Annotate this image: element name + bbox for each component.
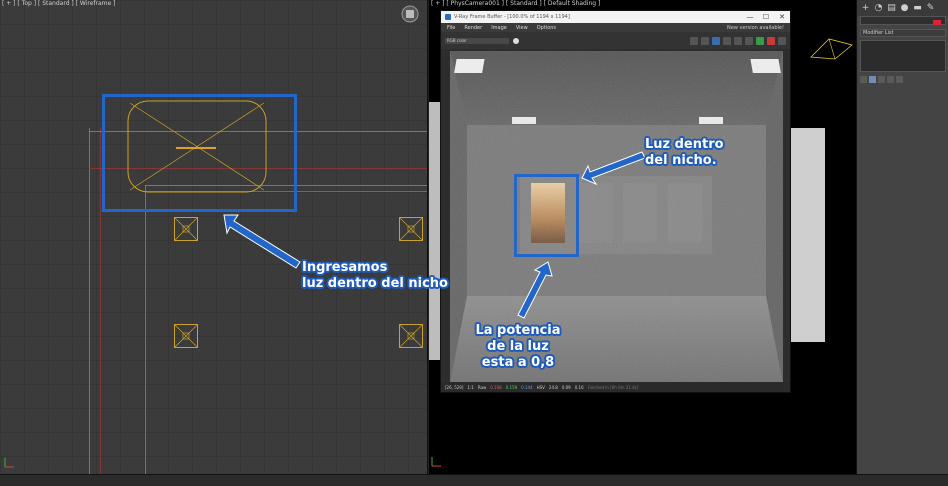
vfb-title-bar[interactable]: V-Ray Frame Buffer - [100.0% of 1194 x 1… [441,11,790,23]
minimize-button[interactable]: — [742,11,758,23]
object-color-swatch[interactable] [933,20,941,25]
show-end-result-icon[interactable] [869,76,876,83]
wall-line [89,128,90,474]
viewcube-icon[interactable] [401,5,419,23]
color-space-select[interactable]: HSV [537,385,545,390]
lens-effects-icon[interactable] [734,36,742,45]
annotation-top-right-line: del nicho. [645,153,717,168]
window-controls: — ☐ ✕ [742,11,790,23]
top-viewport[interactable]: [ + ] [ Top ] [ Standard ] [ Wireframe ] [0,0,428,474]
display-icon[interactable]: ▬ [912,3,923,14]
configure-sets-icon[interactable] [896,76,903,83]
red-value: 0.108 [490,384,502,390]
wall-line [145,185,146,474]
modifier-list-dropdown[interactable]: Modifier List [860,29,946,37]
blue-value: 0.144 [521,384,533,390]
object-name-field[interactable] [860,16,946,25]
axis-tripod-icon [4,458,14,468]
menu-options[interactable]: Options [537,25,556,31]
make-unique-icon[interactable] [878,76,885,83]
modifier-stack[interactable] [860,40,946,72]
annotation-top-right: Luz dentro del nicho. [645,137,724,169]
ceiling-light-fixture[interactable] [174,324,198,348]
rendered-niche-highlight-box [514,174,579,257]
vfb-status-bar: [26, 529] 1:1 Raw 0.108 0.159 0.144 HSV … [441,382,790,392]
annotation-left-line: Ingresamos [302,260,388,275]
annotation-bottom-line: La potencia [475,323,561,338]
save-icon[interactable] [690,36,698,45]
ceiling-light-fixture[interactable] [399,324,423,348]
region-render-icon[interactable] [701,36,709,45]
motion-icon[interactable]: ● [899,3,910,14]
new-version-notice[interactable]: New version available! [727,25,784,31]
maximize-button[interactable]: ☐ [758,11,774,23]
color-ball-icon[interactable] [513,37,519,44]
stack-tools [860,76,946,84]
color-mode[interactable]: Raw [478,385,486,390]
vfb-toolbar-icons [690,36,786,45]
annotation-top-right-line: Luz dentro [645,137,724,152]
zoom-select[interactable]: 1:1 [467,385,473,390]
vfb-menu-bar: File Render Image View Options New versi… [441,23,790,32]
clear-image-icon[interactable] [778,36,786,45]
value-value: 0.16 [574,384,584,390]
hierarchy-icon[interactable]: ▤ [886,3,897,14]
vfb-toolbar: RGB color [441,32,790,49]
ceiling-light-fixture[interactable] [399,217,423,241]
axis-tripod-icon [431,457,441,467]
hue-value: 24.8 [548,384,558,390]
saturation-value: 0.09 [561,384,571,390]
wall-line [100,128,101,474]
track-mouse-icon[interactable] [712,36,720,45]
ceiling-light-fixture[interactable] [174,217,198,241]
camera-icon[interactable] [745,36,753,45]
render-icon[interactable] [756,36,764,45]
annotation-bottom-line: de la luz [487,339,549,354]
pin-stack-icon[interactable] [860,76,867,83]
viewport-grid [0,0,427,474]
annotation-left: Ingresamos luz dentro del nicho [302,260,448,292]
annotation-bottom: La potencia de la luz esta a 0,8 [470,323,566,371]
scene-plane [791,128,825,342]
utilities-icon[interactable]: ✎ [925,3,936,14]
close-button[interactable]: ✕ [774,11,790,23]
camera-viewport-label[interactable]: [ + ] [ PhysCamera001 ] [ Standard ] [ D… [431,0,600,7]
modify-icon[interactable]: ◔ [873,3,884,14]
menu-view[interactable]: View [516,25,528,31]
vray-logo-icon [445,14,451,20]
remove-modifier-icon[interactable] [887,76,894,83]
annotation-bottom-line: esta a 0,8 [481,355,555,370]
stop-render-icon[interactable] [767,36,775,45]
top-viewport-label[interactable]: [ + ] [ Top ] [ Standard ] [ Wireframe ] [2,0,115,7]
niche-light-highlight-box [102,94,297,212]
menu-file[interactable]: File [447,25,455,31]
render-info: Finished in [0h 0m 21.4s] [587,384,639,390]
command-panel-tabs: + ◔ ▤ ● ▬ ✎ [857,0,948,16]
status-bar [0,474,948,486]
vfb-title: V-Ray Frame Buffer - [100.0% of 1194 x 1… [454,14,570,20]
menu-image[interactable]: Image [491,25,507,31]
history-icon[interactable] [723,36,731,45]
green-value: 0.159 [505,384,518,390]
plus-icon[interactable]: + [860,3,871,14]
channel-select[interactable]: RGB color [445,37,509,44]
pixel-coords: [26, 529] [445,384,464,390]
menu-render[interactable]: Render [464,25,482,31]
command-panel: + ◔ ▤ ● ▬ ✎ Modifier List [856,0,948,474]
annotation-left-line: luz dentro del nicho [302,276,448,291]
app-root: [ + ] [ Top ] [ Standard ] [ Wireframe ] [0,0,948,486]
camera-gizmo[interactable] [809,35,854,61]
